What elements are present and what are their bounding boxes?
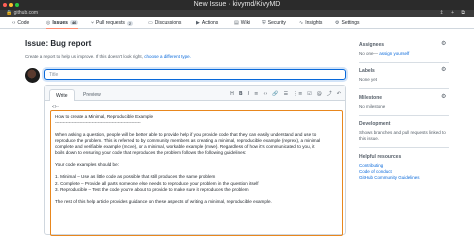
markdown-comment-marker: <!-- — [52, 104, 59, 109]
wiki-icon: ▤ — [234, 20, 239, 26]
sidebar-divider — [359, 147, 449, 148]
mention-icon[interactable]: @ — [317, 91, 322, 97]
tab-settings[interactable]: ⚙ Settings — [335, 17, 360, 29]
development-heading: Development — [359, 121, 391, 127]
milestone-gear-icon[interactable]: ⚙ — [441, 93, 446, 100]
settings-icon: ⚙ — [335, 20, 340, 26]
code-of-conduct-link[interactable]: Code of conduct — [359, 169, 392, 174]
address-bar[interactable]: 🔒 github.com — [6, 10, 38, 17]
bulleted-list-icon[interactable]: ☰ — [284, 91, 288, 97]
milestone-heading: Milestone — [359, 95, 383, 101]
link-icon[interactable]: 🔗 — [272, 91, 278, 97]
labels-gear-icon[interactable]: ⚙ — [441, 66, 446, 73]
tab-issues[interactable]: ◎ Issues 46 — [46, 17, 79, 29]
assignees-value: No one— assign yourself — [359, 51, 410, 56]
browser-actions[interactable]: ↥ + ⧉ — [440, 10, 468, 17]
body-line: The rest of this help article provides g… — [55, 198, 272, 204]
user-avatar — [25, 68, 40, 83]
code-icon[interactable]: ‹› — [263, 91, 267, 97]
browser-titlebar: New Issue · kivymd/KivyMD — [0, 0, 474, 10]
tab-security[interactable]: ⛨ Security — [262, 17, 286, 29]
assign-yourself-link[interactable]: assign yourself — [379, 51, 409, 56]
lock-icon: 🔒 — [6, 10, 13, 16]
tab-actions[interactable]: ▶ Actions — [196, 17, 218, 29]
editor-header: Write Preview H B I ≡ ‹› 🔗 ☰ ⋮≡ ☑ @ ⤴ ↶ — [45, 86, 345, 101]
issue-title-input[interactable] — [44, 69, 346, 80]
tab-code[interactable]: ‹› Code — [12, 17, 29, 29]
pull-request-icon: ⑂ — [91, 20, 95, 26]
actions-icon: ▶ — [196, 20, 200, 26]
labels-value: None yet — [359, 77, 378, 82]
page-title: Issue: Bug report — [25, 39, 92, 48]
heading-icon[interactable]: H — [230, 91, 234, 97]
milestone-value: No milestone — [359, 104, 386, 109]
issues-icon: ◎ — [46, 19, 51, 26]
tab-preview[interactable]: Preview — [77, 89, 107, 101]
choose-different-type-link[interactable]: choose a different type. — [144, 54, 191, 59]
tab-write[interactable]: Write — [49, 89, 75, 101]
task-list-icon[interactable]: ☑ — [307, 91, 311, 97]
italic-icon[interactable]: I — [248, 91, 249, 97]
community-guidelines-link[interactable]: GitHub Community Guidelines — [359, 175, 420, 180]
security-icon: ⛨ — [262, 20, 266, 26]
reply-icon[interactable]: ↶ — [337, 91, 341, 97]
tab-wiki[interactable]: ▤ Wiki — [234, 17, 250, 29]
bold-icon[interactable]: B — [239, 91, 243, 97]
issue-body-textarea[interactable]: How to create a Minimal, Reproducible Ex… — [50, 110, 343, 236]
helpful-resources-heading: Helpful resources — [359, 154, 402, 160]
repo-nav: ‹› Code ◎ Issues 46 ⑂ Pull requests 2 ▭ … — [0, 17, 474, 29]
development-text: Shows branches and pull requests linked … — [359, 130, 446, 135]
browser-tabbar: 🔒 github.com ↥ + ⧉ — [0, 10, 474, 17]
markdown-toolbar: H B I ≡ ‹› 🔗 ☰ ⋮≡ ☑ @ ⤴ ↶ — [230, 86, 341, 101]
sidebar-divider — [359, 115, 449, 116]
sidebar-divider — [359, 62, 449, 63]
tab-insights[interactable]: ∿ Insights — [299, 17, 322, 29]
tab-discussions[interactable]: ▭ Discussions — [148, 17, 181, 29]
issues-count-badge: 46 — [69, 20, 79, 25]
pull-requests-count-badge: 2 — [126, 20, 134, 26]
assignees-gear-icon[interactable]: ⚙ — [441, 40, 446, 47]
contributing-link[interactable]: Contributing — [359, 163, 383, 168]
reference-icon[interactable]: ⤴ — [327, 90, 332, 97]
quote-icon[interactable]: ≡ — [254, 91, 258, 97]
sidebar-divider — [359, 88, 449, 89]
development-text: this issue. — [359, 136, 380, 141]
assignees-heading: Assignees — [359, 42, 385, 48]
tab-pull-requests[interactable]: ⑂ Pull requests 2 — [91, 17, 134, 29]
discussions-icon: ▭ — [148, 20, 153, 26]
insights-icon: ∿ — [299, 20, 304, 26]
template-description: Create a report to help us improve. If t… — [25, 54, 191, 59]
code-icon: ‹› — [12, 20, 16, 26]
numbered-list-icon[interactable]: ⋮≡ — [293, 91, 302, 97]
labels-heading: Labels — [359, 68, 375, 74]
window-title: New Issue · kivymd/KivyMD — [193, 1, 281, 8]
